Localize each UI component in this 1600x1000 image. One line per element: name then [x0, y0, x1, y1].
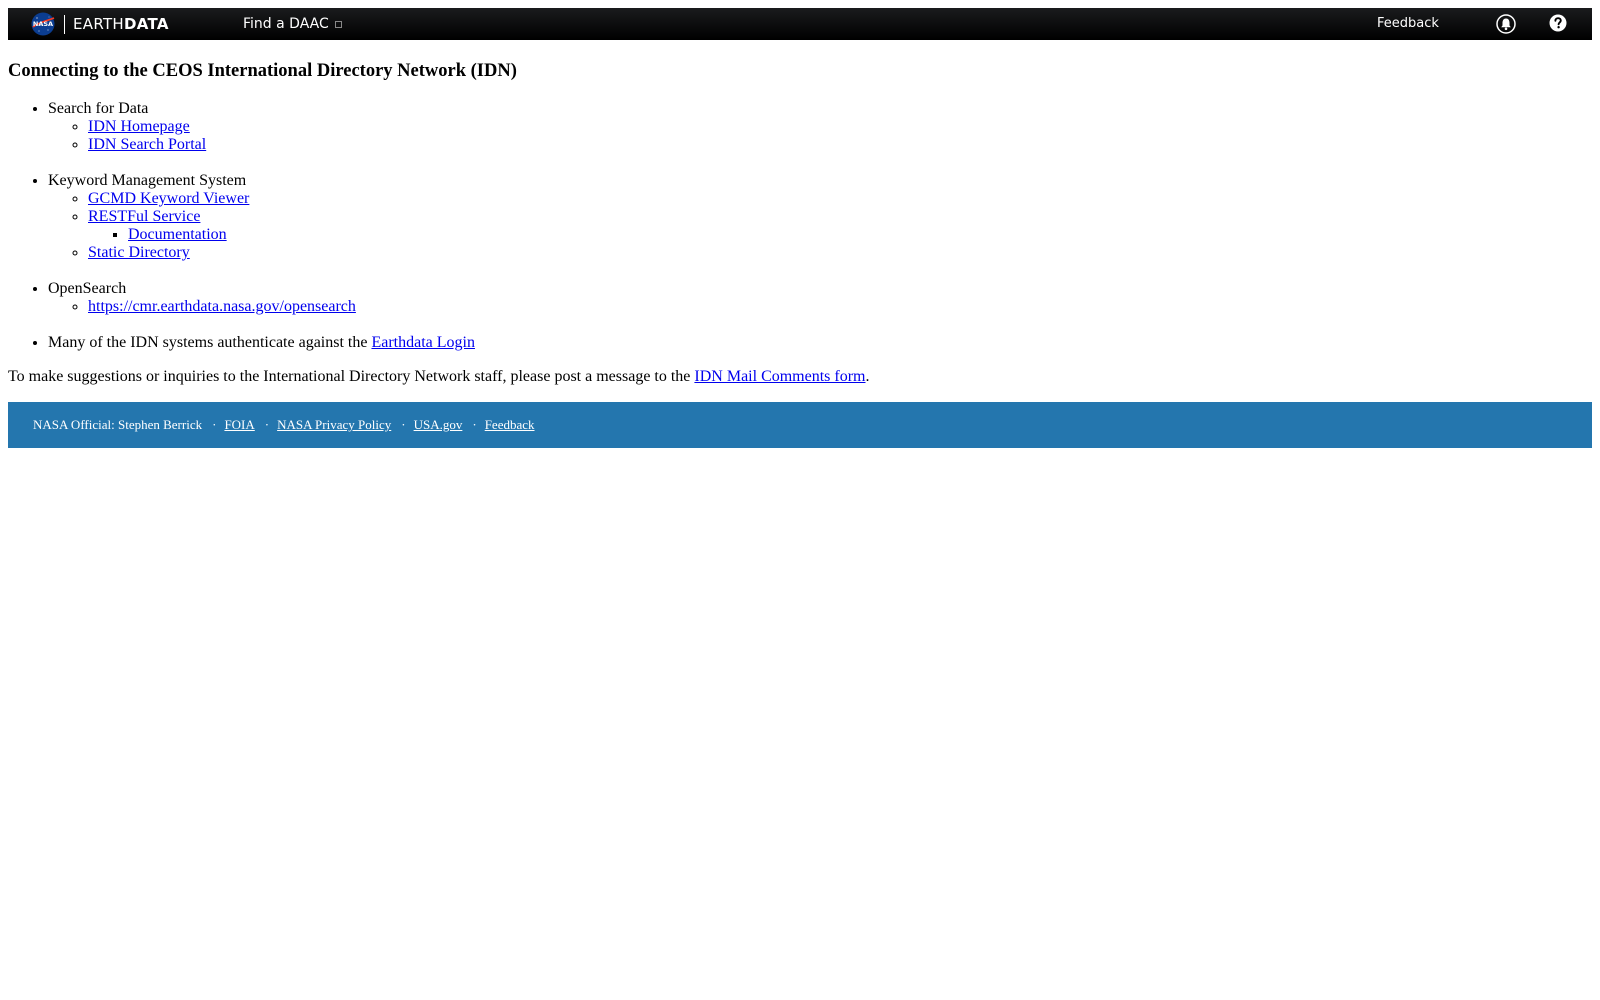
opensearch-url-link[interactable]: https://cmr.earthdata.nasa.gov/opensearc…: [88, 298, 356, 315]
list-item-search-for-data: Search for Data IDN Homepage IDN Search …: [48, 100, 1592, 154]
idn-homepage-link[interactable]: IDN Homepage: [88, 118, 190, 135]
suggestions-paragraph: To make suggestions or inquiries to the …: [8, 368, 1592, 386]
nasa-privacy-policy-link[interactable]: NASA Privacy Policy: [277, 417, 391, 433]
list-item: GCMD Keyword Viewer: [88, 190, 1592, 208]
page-title: Connecting to the CEOS International Dir…: [8, 61, 517, 81]
nasa-official-text: NASA Official: Stephen Berrick: [33, 417, 203, 432]
restful-sublinks: Documentation: [88, 226, 1592, 244]
list-item-authentication: Many of the IDN systems authenticate aga…: [48, 334, 1592, 352]
opensearch-label: OpenSearch: [48, 280, 127, 297]
search-links: IDN Homepage IDN Search Portal: [48, 118, 1592, 154]
gcmd-keyword-viewer-link[interactable]: GCMD Keyword Viewer: [88, 190, 249, 207]
footer-separator: ·: [472, 417, 477, 432]
list-item: Documentation: [128, 226, 1592, 244]
idn-mail-comments-link[interactable]: IDN Mail Comments form: [694, 368, 865, 385]
suggestions-text: To make suggestions or inquiries to the …: [8, 368, 691, 385]
find-daac-label: Find a DAAC: [243, 16, 329, 32]
brand-data: DATA: [124, 15, 169, 33]
header-feedback-link[interactable]: Feedback: [1377, 16, 1439, 32]
notification-bell-icon[interactable]: [1496, 14, 1516, 34]
static-directory-link[interactable]: Static Directory: [88, 244, 190, 261]
help-icon[interactable]: [1549, 14, 1567, 32]
resource-list: Search for Data IDN Homepage IDN Search …: [8, 100, 1592, 352]
auth-text: Many of the IDN systems authenticate aga…: [48, 334, 368, 351]
dropdown-caret-icon: [334, 20, 342, 28]
list-item: https://cmr.earthdata.nasa.gov/opensearc…: [88, 298, 1592, 316]
earthdata-login-link[interactable]: Earthdata Login: [371, 334, 475, 351]
earthdata-brand[interactable]: EARTHDATA: [73, 15, 169, 33]
list-item-keyword-management: Keyword Management System GCMD Keyword V…: [48, 172, 1592, 262]
restful-service-link[interactable]: RESTFul Service: [88, 208, 200, 225]
idn-search-portal-link[interactable]: IDN Search Portal: [88, 136, 206, 153]
kms-links: GCMD Keyword Viewer RESTFul Service Docu…: [48, 190, 1592, 262]
foia-link[interactable]: FOIA: [224, 417, 254, 433]
keyword-management-label: Keyword Management System: [48, 172, 247, 189]
list-item: RESTFul Service Documentation: [88, 208, 1592, 244]
list-item-opensearch: OpenSearch https://cmr.earthdata.nasa.go…: [48, 280, 1592, 316]
footer-separator: ·: [212, 417, 217, 432]
footer-separator: ·: [264, 417, 270, 432]
search-for-data-label: Search for Data: [48, 100, 149, 117]
find-daac-menu[interactable]: Find a DAAC: [243, 15, 342, 33]
documentation-link[interactable]: Documentation: [128, 226, 227, 243]
footer-separator: ·: [401, 417, 406, 432]
nasa-logo-icon[interactable]: NASA: [31, 12, 55, 36]
footer-feedback-link[interactable]: Feedback: [485, 417, 535, 433]
brand-divider: [64, 15, 65, 34]
footer: NASA Official: Stephen Berrick · FOIA · …: [8, 402, 1592, 448]
top-nav-bar: NASA EARTHDATA Find a DAAC Feedback: [8, 8, 1592, 40]
main-content: Search for Data IDN Homepage IDN Search …: [8, 100, 1592, 386]
brand-earth: EARTH: [73, 15, 125, 33]
list-item: Static Directory: [88, 244, 1592, 262]
list-item: IDN Homepage: [88, 118, 1592, 136]
list-item: IDN Search Portal: [88, 136, 1592, 154]
opensearch-links: https://cmr.earthdata.nasa.gov/opensearc…: [48, 298, 1592, 316]
usa-gov-link[interactable]: USA.gov: [414, 417, 463, 433]
suggestions-end: .: [865, 368, 870, 385]
svg-text:NASA: NASA: [33, 20, 53, 28]
